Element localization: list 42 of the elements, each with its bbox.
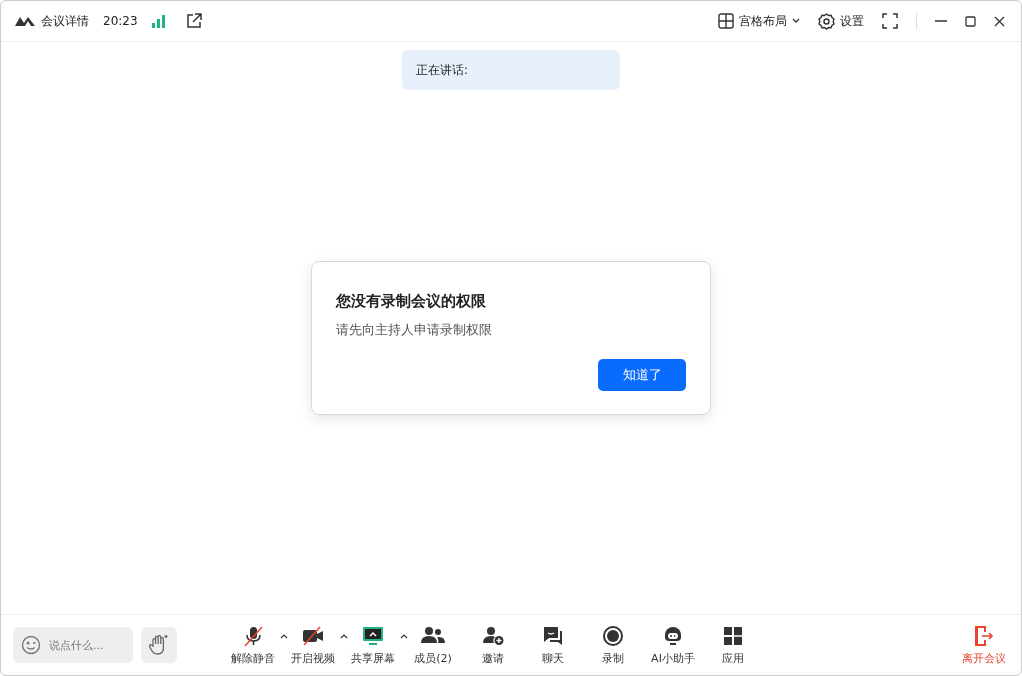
- toolbar-button[interactable]: 录制: [588, 624, 638, 666]
- screen-share-icon: [362, 624, 384, 647]
- exit-door-icon: [973, 624, 995, 647]
- apps-icon: [722, 624, 744, 647]
- apps-button[interactable]: 应用: [708, 624, 758, 666]
- speaking-banner: 正在讲话:: [402, 50, 620, 90]
- chat-input-field[interactable]: 说点什么...: [47, 637, 121, 653]
- got-it-button[interactable]: 知道了: [598, 359, 686, 391]
- toolbar-button[interactable]: 成员(2): [408, 624, 458, 666]
- toolbar-button[interactable]: 解除静音: [228, 624, 278, 666]
- settings-button[interactable]: 设置: [818, 12, 864, 30]
- signal-icon: [151, 14, 166, 28]
- robot-icon: [662, 624, 684, 647]
- layout-button[interactable]: 宫格布局: [718, 12, 800, 30]
- raise-hand-button[interactable]: [141, 627, 177, 663]
- dialog-title: 您没有录制会议的权限: [336, 292, 487, 311]
- chat-input-box[interactable]: 说点什么...: [13, 627, 133, 663]
- toolbar-button[interactable]: 开启视频: [288, 624, 338, 666]
- toolbar-button[interactable]: AI小助手: [648, 624, 698, 666]
- close-icon[interactable]: [994, 15, 1005, 27]
- record-icon: [602, 624, 624, 647]
- chevron-down-icon: [792, 18, 800, 24]
- grid-icon: [718, 13, 734, 29]
- toolbar-button[interactable]: 聊天: [528, 624, 578, 666]
- dialog-message: 请先向主持人申请录制权限: [336, 321, 493, 339]
- logo-icon: [15, 15, 35, 27]
- toolbar-button[interactable]: 邀请: [468, 624, 518, 666]
- emoji-icon[interactable]: [21, 635, 41, 655]
- meeting-time: 20:23: [103, 14, 138, 28]
- caret-icon[interactable]: [280, 633, 288, 639]
- toolbar-button[interactable]: 共享屏幕: [348, 624, 398, 666]
- maximize-icon[interactable]: [965, 15, 976, 27]
- fullscreen-icon[interactable]: [882, 13, 898, 29]
- hand-icon: [149, 634, 169, 656]
- add-person-icon: [482, 624, 504, 647]
- caret-icon[interactable]: [400, 633, 408, 639]
- chat-icon: [542, 624, 564, 647]
- caret-icon[interactable]: [340, 633, 348, 639]
- meeting-details-link[interactable]: 会议详情: [41, 12, 89, 30]
- settings-icon: [818, 12, 835, 30]
- share-link-icon[interactable]: [185, 13, 202, 29]
- leave-meeting-button[interactable]: 离开会议: [959, 624, 1009, 666]
